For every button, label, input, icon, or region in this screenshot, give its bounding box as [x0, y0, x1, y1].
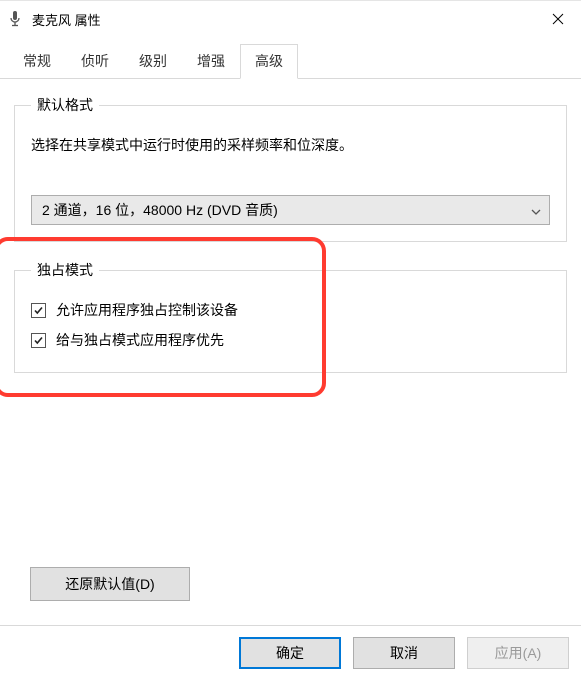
- checkbox-allow-exclusive[interactable]: 允许应用程序独占控制该设备: [31, 300, 550, 320]
- checkbox-box: [31, 303, 46, 318]
- apply-button-label: 应用(A): [495, 643, 542, 663]
- default-format-description: 选择在共享模式中运行时使用的采样频率和位深度。: [31, 135, 550, 155]
- checkbox-allow-exclusive-label: 允许应用程序独占控制该设备: [56, 300, 238, 320]
- group-default-format-legend: 默认格式: [31, 95, 99, 115]
- tab-body-advanced: 默认格式 选择在共享模式中运行时使用的采样频率和位深度。 2 通道，16 位，4…: [0, 79, 581, 625]
- tab-general[interactable]: 常规: [8, 44, 66, 79]
- cancel-button[interactable]: 取消: [353, 637, 455, 669]
- group-default-format: 默认格式 选择在共享模式中运行时使用的采样频率和位深度。 2 通道，16 位，4…: [14, 95, 567, 242]
- titlebar: 麦克风 属性: [0, 1, 581, 37]
- tab-listen[interactable]: 侦听: [66, 44, 124, 79]
- checkbox-exclusive-priority[interactable]: 给与独占模式应用程序优先: [31, 330, 550, 350]
- window-title: 麦克风 属性: [32, 10, 101, 29]
- cancel-button-label: 取消: [390, 643, 418, 663]
- tab-levels[interactable]: 级别: [124, 44, 182, 79]
- apply-button[interactable]: 应用(A): [467, 637, 569, 669]
- group-exclusive-mode-legend: 独占模式: [31, 260, 99, 280]
- microphone-icon: [8, 11, 24, 27]
- format-select[interactable]: 2 通道，16 位，48000 Hz (DVD 音质): [31, 195, 550, 225]
- format-select-value: 2 通道，16 位，48000 Hz (DVD 音质): [42, 200, 278, 220]
- properties-dialog: 麦克风 属性 常规 侦听 级别 增强 高级 默认格式 选择在共享模式中运行时使用…: [0, 0, 581, 679]
- ok-button-label: 确定: [276, 643, 304, 663]
- ok-button[interactable]: 确定: [239, 637, 341, 669]
- dialog-button-row: 确定 取消 应用(A): [0, 625, 581, 679]
- group-exclusive-mode: 独占模式 允许应用程序独占控制该设备 给与独占模式应用程序优先: [14, 260, 567, 373]
- restore-defaults-label: 还原默认值(D): [65, 574, 154, 594]
- chevron-down-icon: [531, 202, 541, 218]
- tab-enhancements[interactable]: 增强: [182, 44, 240, 79]
- checkbox-box: [31, 333, 46, 348]
- restore-defaults-button[interactable]: 还原默认值(D): [30, 567, 190, 601]
- close-button[interactable]: [535, 1, 581, 37]
- checkbox-exclusive-priority-label: 给与独占模式应用程序优先: [56, 330, 224, 350]
- tabstrip: 常规 侦听 级别 增强 高级: [0, 37, 581, 79]
- tab-advanced[interactable]: 高级: [240, 44, 298, 79]
